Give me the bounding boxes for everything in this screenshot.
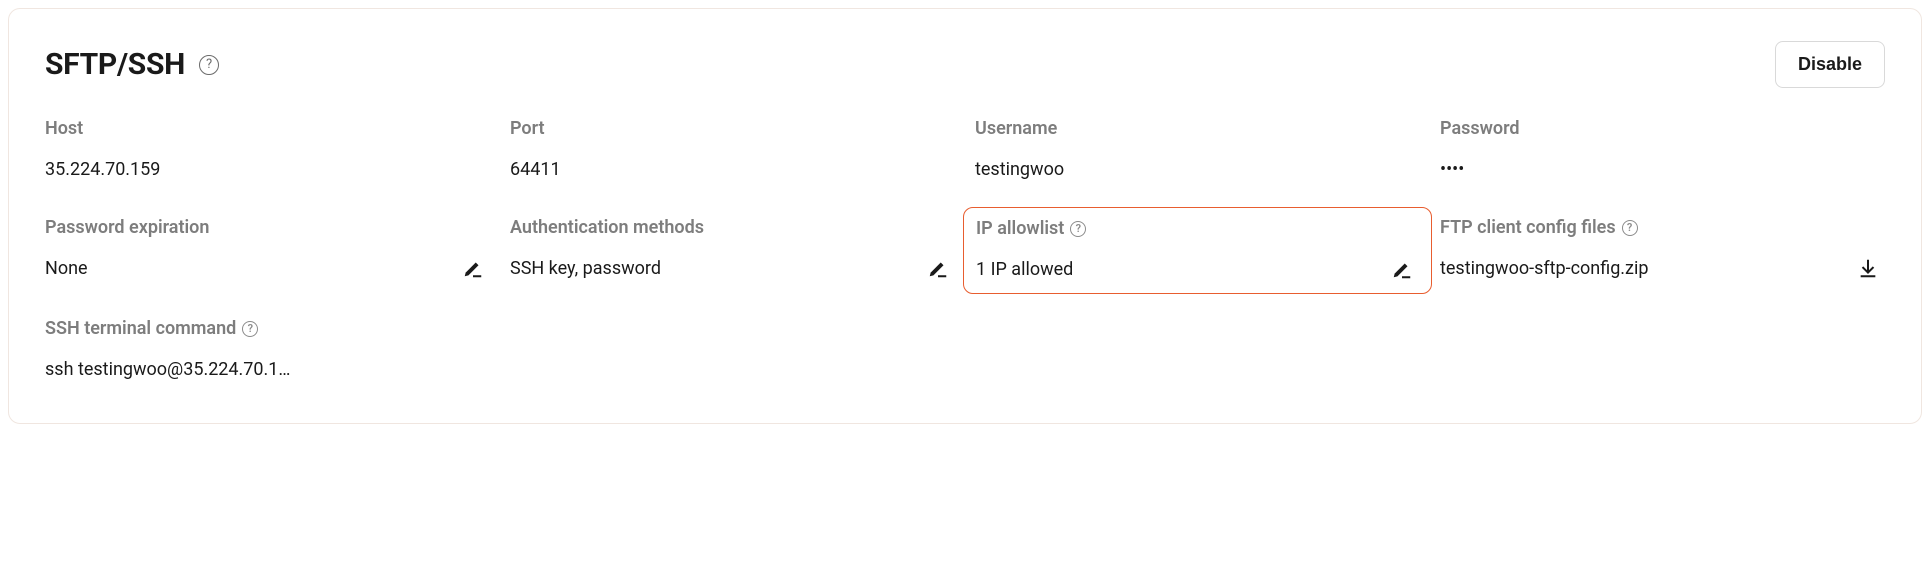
edit-icon[interactable]	[927, 257, 949, 279]
ftp-config-label-row: FTP client config files ?	[1440, 217, 1885, 238]
ftp-config-value: testingwoo-sftp-config.zip	[1440, 258, 1648, 279]
auth-methods-label: Authentication methods	[510, 217, 955, 238]
help-icon[interactable]: ?	[242, 321, 258, 337]
username-value-row: testingwoo	[975, 155, 1420, 183]
ip-allowlist-value: 1 IP allowed	[976, 259, 1073, 280]
panel-title: SFTP/SSH	[45, 47, 185, 82]
ftp-config-label: FTP client config files	[1440, 217, 1616, 238]
auth-methods-value-row: SSH key, password	[510, 254, 955, 282]
auth-methods-value: SSH key, password	[510, 258, 661, 279]
host-value: 35.224.70.159	[45, 159, 160, 180]
host-label: Host	[45, 118, 490, 139]
password-field: Password ••••	[1440, 118, 1885, 183]
ip-allowlist-value-row: 1 IP allowed	[976, 255, 1419, 283]
help-icon[interactable]: ?	[1070, 221, 1086, 237]
edit-icon[interactable]	[462, 257, 484, 279]
username-field: Username testingwoo	[975, 118, 1420, 183]
port-value: 64411	[510, 159, 561, 180]
sftp-ssh-panel: SFTP/SSH ? Disable Host 35.224.70.159 Po…	[8, 8, 1922, 424]
password-expiration-value: None	[45, 258, 88, 279]
ip-allowlist-label: IP allowlist	[976, 218, 1064, 239]
host-value-row: 35.224.70.159	[45, 155, 490, 183]
title-group: SFTP/SSH ?	[45, 47, 219, 82]
username-value: testingwoo	[975, 159, 1064, 180]
ssh-command-field: SSH terminal command ? ssh testingwoo@35…	[45, 318, 365, 383]
host-field: Host 35.224.70.159	[45, 118, 490, 183]
password-value: ••••	[1440, 159, 1464, 180]
password-expiration-field: Password expiration None	[45, 217, 490, 284]
help-icon[interactable]: ?	[199, 55, 219, 75]
panel-header: SFTP/SSH ? Disable	[45, 41, 1885, 88]
fields-grid: Host 35.224.70.159 Port 64411 Username t…	[45, 118, 1885, 383]
edit-icon[interactable]	[1391, 258, 1413, 280]
disable-button[interactable]: Disable	[1775, 41, 1885, 88]
port-label: Port	[510, 118, 955, 139]
port-value-row: 64411	[510, 155, 955, 183]
help-icon[interactable]: ?	[1622, 220, 1638, 236]
username-label: Username	[975, 118, 1420, 139]
ftp-config-field: FTP client config files ? testingwoo-sft…	[1440, 217, 1885, 284]
password-label: Password	[1440, 118, 1885, 139]
ip-allowlist-field: IP allowlist ? 1 IP allowed	[963, 207, 1432, 294]
ssh-command-value: ssh testingwoo@35.224.70.1…	[45, 359, 290, 380]
ftp-config-value-row: testingwoo-sftp-config.zip	[1440, 254, 1885, 282]
ssh-command-label-row: SSH terminal command ?	[45, 318, 365, 339]
password-expiration-value-row: None	[45, 254, 490, 282]
ssh-command-label: SSH terminal command	[45, 318, 236, 339]
password-value-row: ••••	[1440, 155, 1885, 183]
ip-allowlist-label-row: IP allowlist ?	[976, 218, 1419, 239]
password-expiration-label: Password expiration	[45, 217, 490, 238]
port-field: Port 64411	[510, 118, 955, 183]
auth-methods-field: Authentication methods SSH key, password	[510, 217, 955, 284]
ssh-command-value-row: ssh testingwoo@35.224.70.1…	[45, 355, 365, 383]
download-icon[interactable]	[1857, 257, 1879, 279]
